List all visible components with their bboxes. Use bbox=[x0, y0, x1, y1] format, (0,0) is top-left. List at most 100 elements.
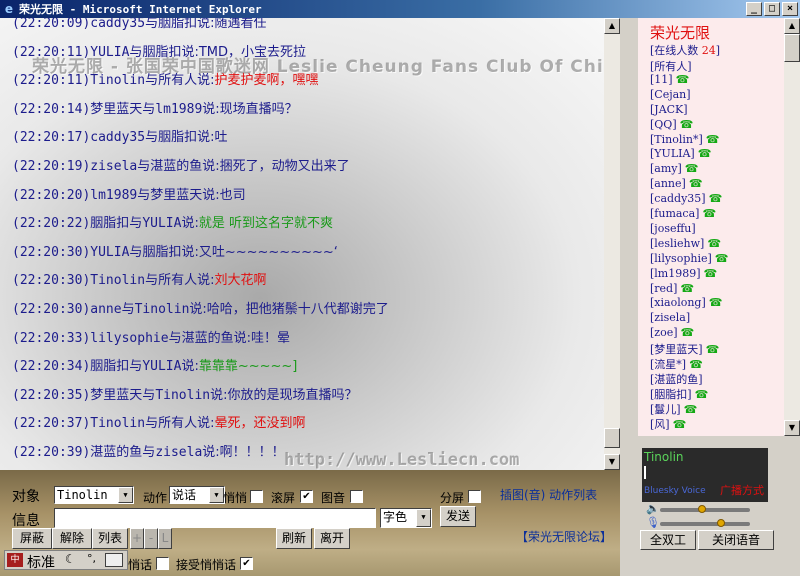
user-list-item[interactable]: [lilysophie] ☎ bbox=[650, 252, 728, 267]
chevron-down-icon[interactable]: ▼ bbox=[209, 487, 224, 503]
user-list-item[interactable]: [湛蓝的鱼] bbox=[650, 371, 703, 386]
message-recipient[interactable]: 所有人 bbox=[158, 416, 197, 431]
mic-slider[interactable] bbox=[660, 519, 750, 527]
user-list-item[interactable]: [anne] ☎ bbox=[650, 177, 703, 192]
user-list-item[interactable]: [Cejan] bbox=[650, 88, 691, 103]
chevron-down-icon[interactable]: ▼ bbox=[118, 487, 133, 503]
message-sender[interactable]: 梦里蓝天 bbox=[90, 102, 142, 117]
user-list-item[interactable]: [red] ☎ bbox=[650, 282, 694, 297]
scroll-thumb[interactable] bbox=[784, 34, 800, 62]
user-list-item[interactable]: [caddy35] ☎ bbox=[650, 192, 722, 207]
message-sender[interactable]: lilysophie bbox=[90, 331, 168, 346]
list-button[interactable]: 列表 bbox=[92, 528, 128, 549]
moon-icon[interactable]: ☾ bbox=[65, 552, 76, 566]
phone-icon[interactable]: ☎ bbox=[706, 133, 720, 146]
font-color-select[interactable]: 字色 ▼ bbox=[380, 508, 432, 528]
whisper-checkbox[interactable] bbox=[250, 490, 263, 503]
user-list-item[interactable]: [所有人] bbox=[650, 58, 692, 73]
leave-button[interactable]: 离开 bbox=[314, 528, 350, 549]
phone-icon[interactable]: ☎ bbox=[704, 267, 718, 280]
target-select[interactable]: Tinolin ▼ bbox=[54, 486, 134, 504]
message-recipient[interactable]: 梦里蓝天 bbox=[150, 188, 202, 203]
message-recipient[interactable]: 胭脂扣 bbox=[158, 130, 197, 145]
message-sender[interactable]: Tinolin bbox=[90, 416, 145, 431]
user-list-item[interactable]: [Tinolin*] ☎ bbox=[650, 133, 719, 148]
message-sender[interactable]: 胭脂扣 bbox=[90, 216, 129, 231]
minimize-button[interactable]: _ bbox=[746, 2, 762, 16]
user-list-panel[interactable]: 荣光无限 [在线人数 24] [所有人] [11] ☎ [Cejan] [JACK] [Q… bbox=[638, 18, 800, 436]
mic-knob[interactable] bbox=[717, 519, 726, 527]
scroll-up-arrow-icon[interactable]: ▲ bbox=[784, 18, 800, 34]
message-recipient[interactable]: 胭脂扣 bbox=[142, 245, 181, 260]
maximize-button[interactable]: □ bbox=[764, 2, 780, 16]
l-button[interactable]: L bbox=[158, 528, 172, 549]
phone-icon[interactable]: ☎ bbox=[698, 147, 712, 160]
message-sender[interactable]: caddy35 bbox=[90, 130, 145, 145]
unblock-button[interactable]: 解除 bbox=[52, 528, 92, 549]
volume-knob[interactable] bbox=[697, 505, 706, 513]
scroll-checkbox[interactable]: ✔ bbox=[300, 490, 313, 503]
block-button[interactable]: 屏蔽 bbox=[12, 528, 52, 549]
full-duplex-button[interactable]: 全双工 bbox=[640, 530, 696, 550]
accept-whisper-checkbox[interactable]: ✔ bbox=[240, 557, 253, 570]
scroll-up-arrow-icon[interactable]: ▲ bbox=[604, 18, 620, 34]
phone-icon[interactable]: ☎ bbox=[709, 296, 723, 309]
phone-icon[interactable]: ☎ bbox=[689, 358, 703, 371]
phone-icon[interactable]: ☎ bbox=[695, 388, 709, 401]
send-button[interactable]: 发送 bbox=[440, 506, 476, 527]
phone-icon[interactable]: ☎ bbox=[689, 177, 703, 190]
message-recipient[interactable]: lm1989 bbox=[155, 102, 202, 117]
message-sender[interactable]: anne bbox=[90, 302, 121, 317]
message-recipient[interactable]: Tinolin bbox=[155, 388, 210, 403]
window-title-bar[interactable]: e 荣光无限 - Microsoft Internet Explorer _ □… bbox=[0, 0, 800, 18]
message-recipient[interactable]: YULIA bbox=[142, 216, 181, 231]
message-sender[interactable]: lm1989 bbox=[90, 188, 137, 203]
user-list-item[interactable]: [joseffu] bbox=[650, 222, 696, 237]
message-sender[interactable]: 胭脂扣 bbox=[90, 359, 129, 374]
user-list-item[interactable]: [鬘儿] ☎ bbox=[650, 401, 697, 416]
message-recipient[interactable]: 所有人 bbox=[158, 73, 197, 88]
keyboard-icon[interactable] bbox=[105, 553, 123, 567]
phone-icon[interactable]: ☎ bbox=[707, 237, 721, 250]
phone-icon[interactable]: ☎ bbox=[715, 252, 729, 265]
close-voice-button[interactable]: 关闭语音 bbox=[698, 530, 774, 550]
user-list-item[interactable]: [YULIA] ☎ bbox=[650, 147, 711, 162]
phone-icon[interactable]: ☎ bbox=[702, 207, 716, 220]
user-list-item[interactable]: [流星*] ☎ bbox=[650, 356, 703, 371]
volume-slider[interactable] bbox=[660, 505, 750, 513]
user-list-item[interactable]: [xiaolong] ☎ bbox=[650, 296, 722, 311]
split-screen-checkbox[interactable] bbox=[468, 490, 481, 503]
message-recipient[interactable]: 胭脂扣 bbox=[142, 45, 181, 60]
user-list-item[interactable]: [11] ☎ bbox=[650, 73, 689, 88]
phone-icon[interactable]: ☎ bbox=[680, 118, 694, 131]
phone-icon[interactable]: ☎ bbox=[684, 403, 698, 416]
message-sender[interactable]: caddy35 bbox=[90, 18, 145, 31]
message-sender[interactable]: Tinolin bbox=[90, 273, 145, 288]
user-list-item[interactable]: [JACK] bbox=[650, 103, 688, 118]
phone-icon[interactable]: ☎ bbox=[681, 326, 695, 339]
message-recipient[interactable]: 胭脂扣 bbox=[158, 18, 197, 31]
image-sound-checkbox[interactable] bbox=[350, 490, 363, 503]
phone-icon[interactable]: ☎ bbox=[685, 162, 699, 175]
message-sender[interactable]: YULIA bbox=[90, 45, 129, 60]
phone-icon[interactable]: ☎ bbox=[709, 192, 723, 205]
refresh-button[interactable]: 刷新 bbox=[276, 528, 312, 549]
bottom-whisper-checkbox[interactable] bbox=[156, 557, 169, 570]
user-list-item[interactable]: [梦里蓝天] ☎ bbox=[650, 341, 719, 356]
phone-icon[interactable]: ☎ bbox=[706, 343, 720, 356]
phone-icon[interactable]: ☎ bbox=[673, 418, 687, 431]
message-recipient[interactable]: 湛蓝的鱼 bbox=[150, 159, 202, 174]
chat-scrollbar[interactable]: ▲ ▼ bbox=[604, 18, 620, 470]
user-list-item[interactable]: [lm1989] ☎ bbox=[650, 267, 717, 282]
scroll-down-arrow-icon[interactable]: ▼ bbox=[604, 454, 620, 470]
user-list-item[interactable]: [zoe] ☎ bbox=[650, 326, 694, 341]
chevron-down-icon[interactable]: ▼ bbox=[416, 509, 431, 527]
user-list-item[interactable]: [zisela] bbox=[650, 311, 690, 326]
message-sender[interactable]: 湛蓝的鱼 bbox=[90, 445, 142, 460]
phone-icon[interactable]: ☎ bbox=[676, 73, 690, 86]
scroll-down-arrow-icon[interactable]: ▼ bbox=[784, 420, 800, 436]
user-list-item[interactable]: [QQ] ☎ bbox=[650, 118, 693, 133]
user-list-item[interactable]: [胭脂扣] ☎ bbox=[650, 386, 708, 401]
user-list-item[interactable]: [风] ☎ bbox=[650, 416, 686, 431]
message-recipient[interactable]: YULIA bbox=[142, 359, 181, 374]
